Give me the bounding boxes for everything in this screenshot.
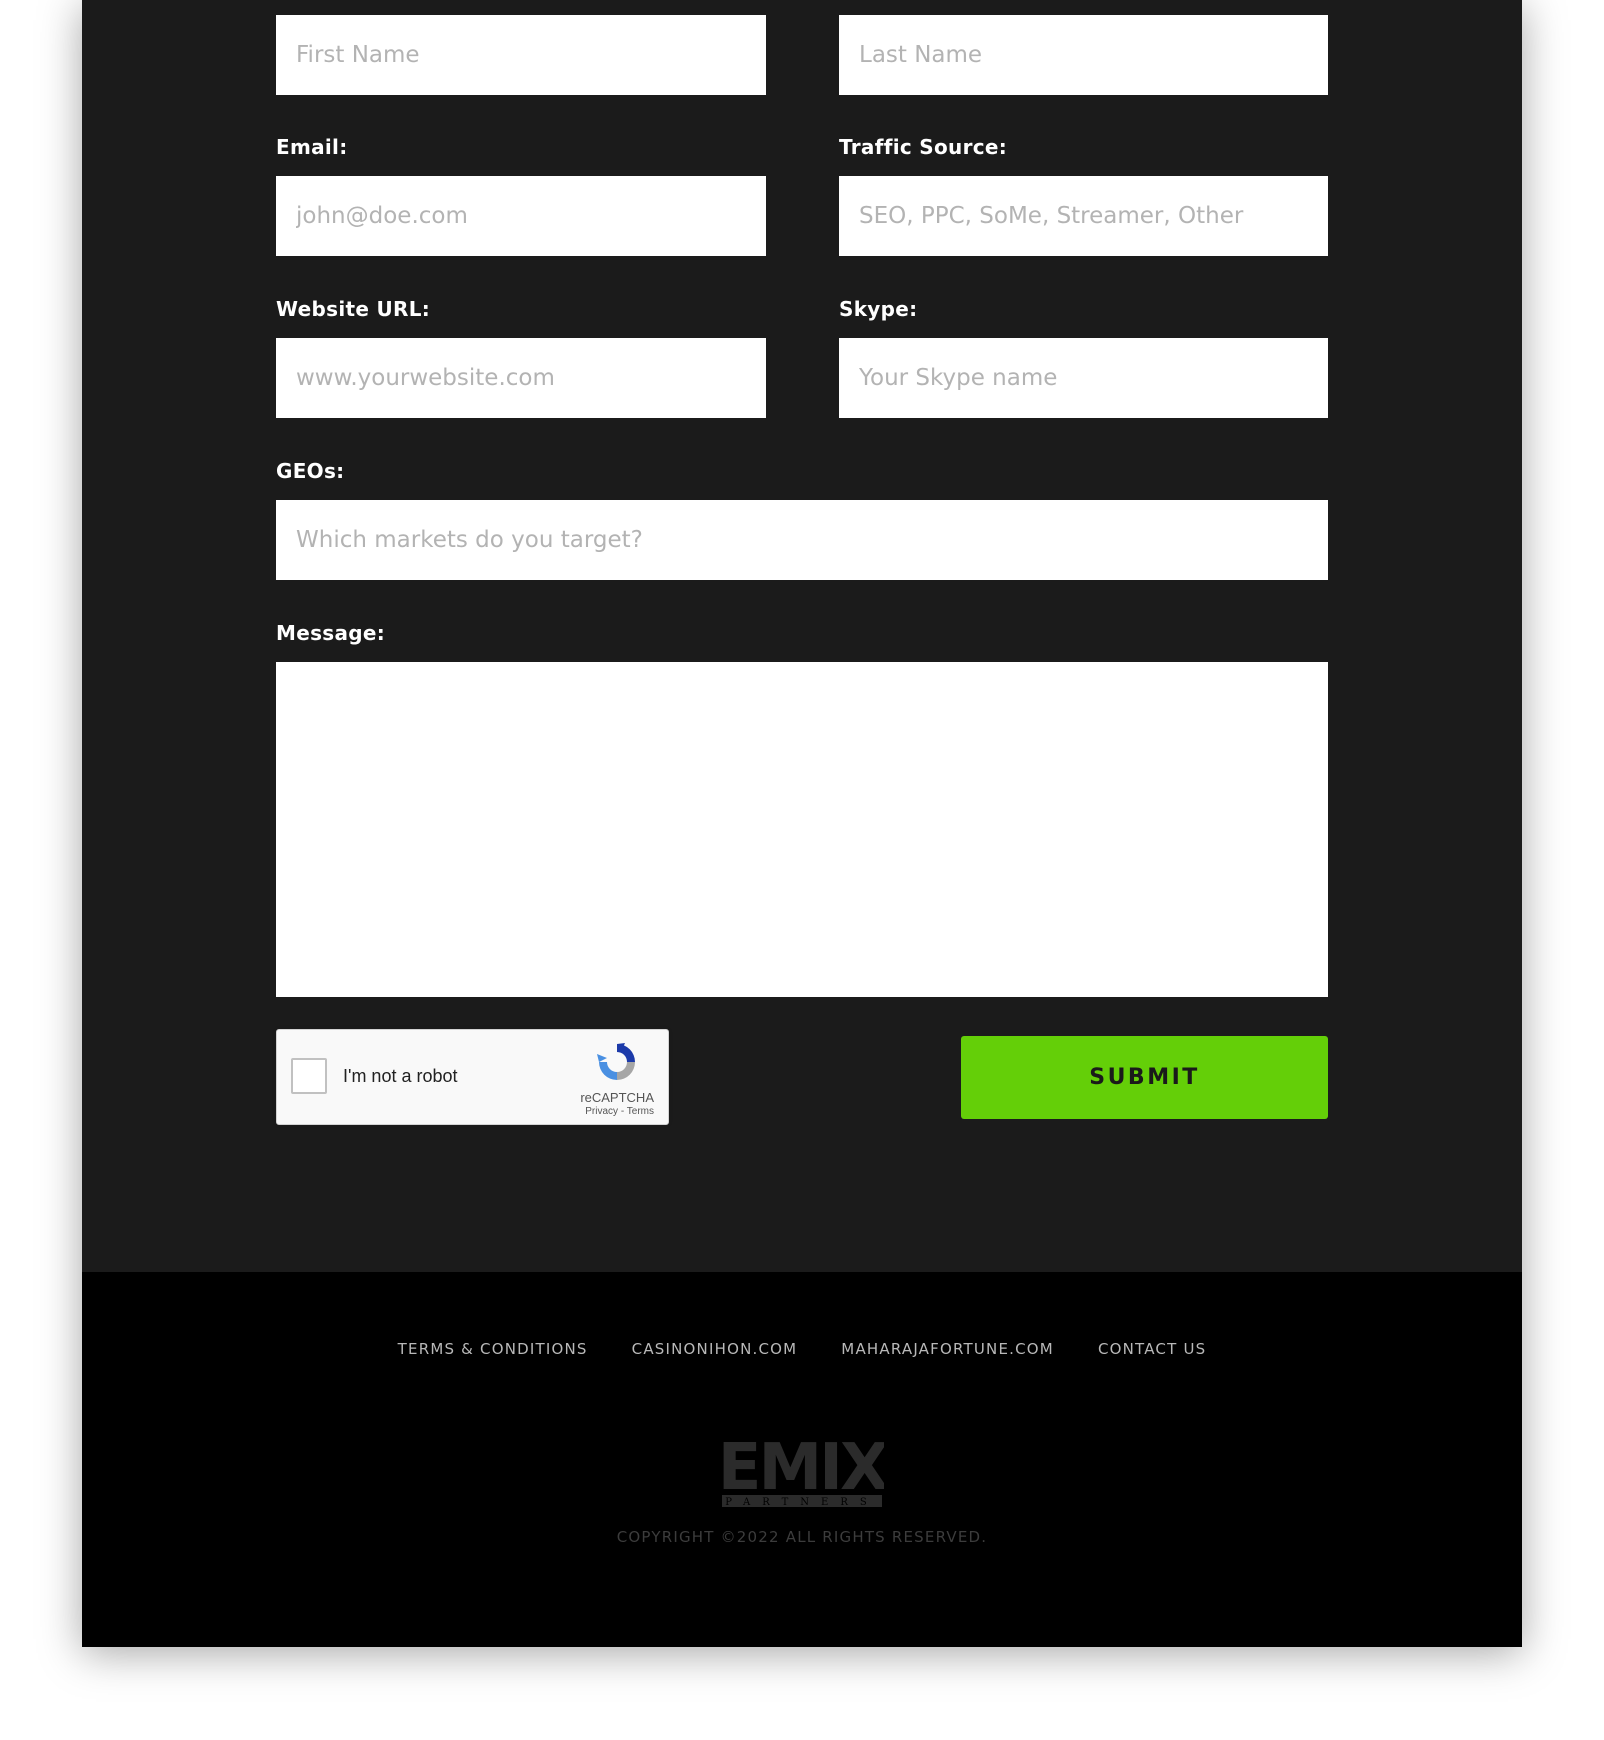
page: Email: Traffic Source: Website URL: Skyp…	[82, 0, 1522, 1647]
footer-nav: TERMS & CONDITIONS CASINONIHON.COM MAHAR…	[82, 1340, 1522, 1358]
footer-link-terms[interactable]: TERMS & CONDITIONS	[398, 1340, 588, 1358]
email-label: Email:	[276, 135, 348, 159]
submit-button[interactable]: SUBMIT	[961, 1036, 1328, 1119]
geos-label: GEOs:	[276, 459, 345, 483]
website-url-input[interactable]	[276, 338, 766, 418]
skype-label: Skype:	[839, 297, 918, 321]
message-label: Message:	[276, 621, 386, 645]
recaptcha-links: Privacy - Terms	[585, 1106, 654, 1117]
traffic-source-label: Traffic Source:	[839, 135, 1008, 159]
recaptcha-checkbox[interactable]	[291, 1058, 327, 1094]
recaptcha-logo-icon	[597, 1043, 635, 1080]
recaptcha-widget: I'm not a robot reCAPTCHA Privacy - Term…	[276, 1029, 669, 1125]
site-footer: TERMS & CONDITIONS CASINONIHON.COM MAHAR…	[82, 1272, 1522, 1647]
copyright-text: COPYRIGHT ©2022 ALL RIGHTS RESERVED.	[616, 1528, 988, 1546]
email-input[interactable]	[276, 176, 766, 256]
geos-input[interactable]	[276, 500, 1328, 580]
recaptcha-label: I'm not a robot	[343, 1066, 458, 1086]
skype-input[interactable]	[839, 338, 1328, 418]
message-textarea[interactable]	[276, 662, 1328, 997]
recaptcha-terms-link[interactable]: Terms	[627, 1106, 654, 1117]
footer-link-contact[interactable]: CONTACT US	[1098, 1340, 1206, 1358]
footer-link-casinonihon[interactable]: CASINONIHON.COM	[632, 1340, 798, 1358]
recaptcha-link-separator: -	[620, 1106, 625, 1117]
traffic-source-input[interactable]	[839, 176, 1328, 256]
logo-subword: PARTNERS	[725, 1497, 879, 1508]
recaptcha-privacy-link[interactable]: Privacy	[585, 1106, 618, 1117]
recaptcha-brand: reCAPTCHA	[580, 1090, 654, 1105]
last-name-input[interactable]	[839, 15, 1328, 95]
website-url-label: Website URL:	[276, 297, 431, 321]
logo-word: EMIX	[720, 1435, 884, 1505]
first-name-input[interactable]	[276, 15, 766, 95]
emix-partners-logo: EMIX PARTNERS	[720, 1435, 884, 1508]
affiliate-form: Email: Traffic Source: Website URL: Skyp…	[82, 0, 1522, 1272]
footer-link-maharajafortune[interactable]: MAHARAJAFORTUNE.COM	[841, 1340, 1054, 1358]
